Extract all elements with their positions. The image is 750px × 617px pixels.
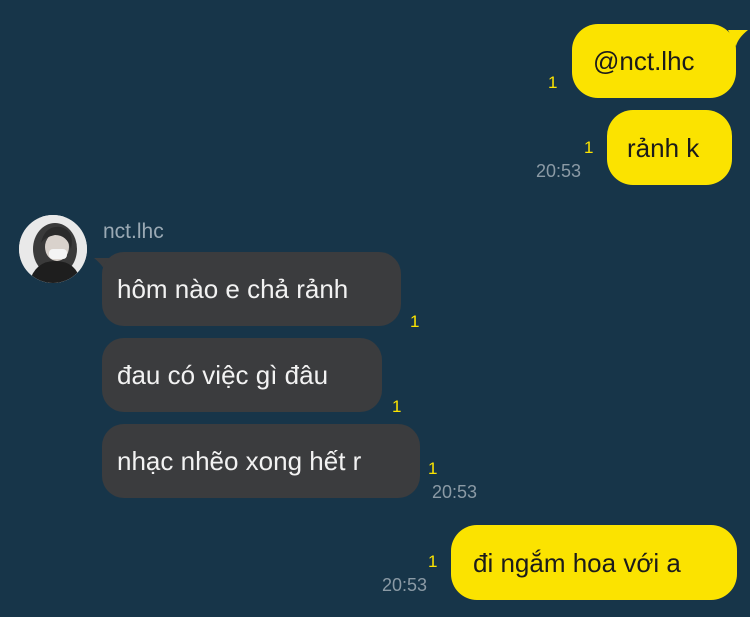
sender-avatar[interactable]	[19, 215, 87, 283]
incoming-message-bubble[interactable]: đau có việc gì đâu	[102, 338, 382, 412]
outgoing-message-bubble[interactable]: đi ngắm hoa với a	[451, 525, 737, 600]
unread-count: 1	[392, 397, 402, 416]
incoming-message-bubble[interactable]: nhạc nhẽo xong hết r	[102, 424, 420, 498]
message-text: @nct.lhc	[593, 46, 695, 76]
message-timestamp: 20:53	[432, 482, 478, 502]
outgoing-message-bubble[interactable]: @nct.lhc	[572, 24, 736, 98]
message-timestamp: 20:53	[382, 575, 428, 595]
message-text: đau có việc gì đâu	[117, 360, 329, 390]
unread-count: 1	[410, 312, 420, 331]
message-text: hôm nào e chả rảnh	[117, 274, 349, 304]
outgoing-message-bubble[interactable]: rảnh k	[607, 110, 732, 185]
unread-count: 1	[548, 73, 558, 92]
sender-name: nct.lhc	[103, 220, 164, 243]
incoming-message-bubble[interactable]: hôm nào e chả rảnh	[102, 252, 401, 326]
unread-count: 1	[428, 552, 438, 571]
bubble-tail	[728, 30, 748, 46]
message-text: đi ngắm hoa với a	[473, 547, 681, 578]
unread-count: 1	[584, 138, 594, 157]
message-text: nhạc nhẽo xong hết r	[117, 446, 362, 476]
unread-count: 1	[428, 459, 438, 478]
profile-photo-icon	[19, 215, 87, 283]
message-text: rảnh k	[627, 132, 700, 163]
message-timestamp: 20:53	[536, 161, 582, 181]
